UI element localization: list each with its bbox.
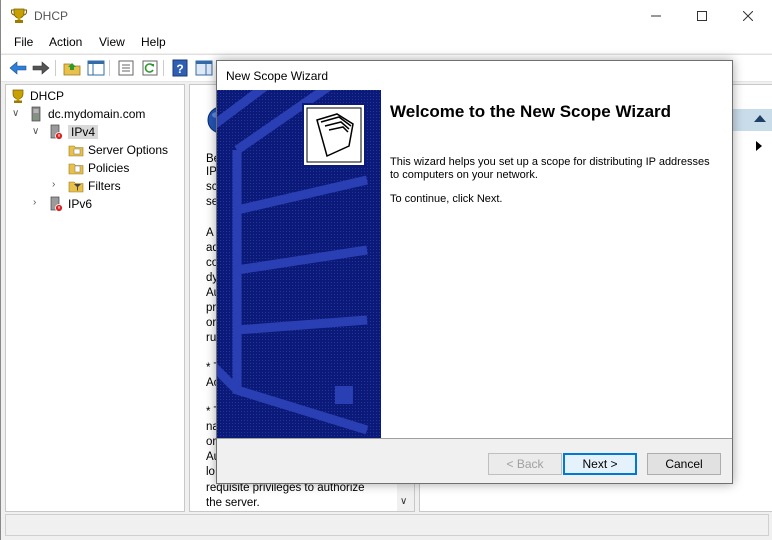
policies-folder-icon bbox=[68, 163, 84, 175]
window-title: DHCP bbox=[34, 9, 69, 23]
close-icon bbox=[743, 11, 753, 21]
scroll-down-chevron-icon[interactable]: ∨ bbox=[400, 496, 407, 507]
description-line: the server. bbox=[206, 497, 260, 509]
tree-label-filters: Filters bbox=[88, 179, 121, 193]
new-scope-wizard-dialog: New Scope Wizard Welcome to the New Scop… bbox=[216, 60, 733, 484]
tree-node-filters[interactable]: Filters bbox=[68, 177, 121, 195]
wizard-description: This wizard helps you set up a scope for… bbox=[390, 156, 710, 181]
refresh-icon[interactable] bbox=[140, 58, 160, 78]
show-hide-tree-icon[interactable] bbox=[86, 58, 106, 78]
back-button[interactable]: < Back bbox=[488, 453, 562, 475]
tree-node-server-options[interactable]: Server Options bbox=[68, 141, 168, 159]
tree-label-server-options: Server Options bbox=[88, 143, 169, 157]
expand-chevron-right-icon[interactable]: › bbox=[33, 197, 36, 208]
wizard-heading: Welcome to the New Scope Wizard bbox=[390, 102, 672, 121]
expand-chevron-down-icon[interactable]: ∨ bbox=[32, 126, 39, 137]
cancel-button[interactable]: Cancel bbox=[647, 453, 721, 475]
tree-label-dhcp: DHCP bbox=[30, 89, 65, 103]
maximize-button[interactable] bbox=[679, 0, 725, 32]
action-pane-icon[interactable] bbox=[194, 58, 214, 78]
ipv6-scope-icon bbox=[50, 196, 63, 212]
toolbar-divider bbox=[109, 60, 110, 76]
menu-action[interactable]: Action bbox=[49, 35, 82, 49]
title-bar: DHCP bbox=[1, 0, 772, 32]
minimize-icon bbox=[651, 15, 661, 17]
wizard-continue-hint: To continue, click Next. bbox=[390, 193, 503, 205]
dhcp-trophy-icon bbox=[11, 8, 27, 23]
toolbar-divider bbox=[55, 60, 56, 76]
tree-node-ipv4[interactable]: IPv4 bbox=[48, 123, 99, 141]
close-button[interactable] bbox=[725, 0, 771, 32]
properties-icon[interactable] bbox=[116, 58, 136, 78]
tree-label-policies: Policies bbox=[88, 161, 130, 175]
up-folder-icon[interactable] bbox=[62, 58, 82, 78]
tree-label-server: dc.mydomain.com bbox=[48, 107, 146, 121]
expand-chevron-right-icon[interactable]: › bbox=[52, 179, 55, 190]
menu-file[interactable]: File bbox=[14, 35, 33, 49]
forward-arrow-icon[interactable] bbox=[31, 58, 51, 78]
tree-node-dhcp[interactable]: DHCP bbox=[10, 87, 64, 105]
ipv4-scope-icon bbox=[50, 124, 63, 140]
more-actions-arrow-icon[interactable] bbox=[756, 141, 762, 151]
wizard-title-bar: New Scope Wizard bbox=[217, 61, 732, 90]
wizard-title: New Scope Wizard bbox=[226, 69, 329, 83]
tree-label-ipv6: IPv6 bbox=[68, 197, 93, 211]
wizard-content: Welcome to the New Scope Wizard This wiz… bbox=[381, 90, 732, 438]
status-bar bbox=[5, 514, 769, 536]
dhcp-trophy-icon bbox=[12, 89, 24, 103]
svg-text:?: ? bbox=[176, 62, 183, 76]
next-button[interactable]: Next > bbox=[563, 453, 637, 475]
toolbar-divider bbox=[163, 60, 164, 76]
server-options-folder-icon bbox=[68, 145, 84, 157]
menu-help[interactable]: Help bbox=[141, 35, 166, 49]
back-arrow-icon[interactable] bbox=[8, 58, 28, 78]
menu-bar: File Action View Help bbox=[1, 32, 772, 53]
wizard-divider bbox=[217, 438, 732, 439]
maximize-icon bbox=[697, 11, 707, 21]
server-icon bbox=[31, 106, 41, 122]
console-tree-pane: DHCP ∨ dc.mydomain.com ∨ IPv4 Server Opt… bbox=[5, 84, 185, 512]
tree-node-ipv6[interactable]: IPv6 bbox=[48, 195, 92, 213]
tree-node-server[interactable]: dc.mydomain.com bbox=[28, 105, 145, 123]
tree-node-policies[interactable]: Policies bbox=[68, 159, 129, 177]
wizard-banner-graphic bbox=[217, 90, 381, 438]
menu-view[interactable]: View bbox=[99, 35, 125, 49]
expand-chevron-down-icon[interactable]: ∨ bbox=[12, 108, 19, 119]
help-icon[interactable]: ? bbox=[170, 58, 190, 78]
wizard-banner bbox=[217, 90, 381, 438]
minimize-button[interactable] bbox=[633, 0, 679, 32]
filters-funnel-icon bbox=[68, 181, 84, 193]
collapse-caret-icon[interactable] bbox=[754, 115, 766, 122]
tree-label-ipv4: IPv4 bbox=[68, 125, 99, 139]
